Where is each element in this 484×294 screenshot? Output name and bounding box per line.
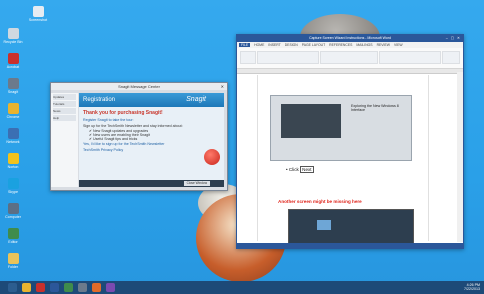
registration-title: Registration [83,97,116,103]
taskbar-app-icon[interactable] [92,283,101,292]
app-icon [7,128,19,139]
registration-panel: Registration Snagit Thank you for purcha… [79,93,224,187]
desktop-icon[interactable]: Computer [3,203,23,219]
registration-footer: Close Window [79,180,224,187]
sidebar-item[interactable]: Help [53,115,76,121]
app-icon [7,28,19,39]
desktop-icon-label: Acrobat [6,65,20,69]
word-window[interactable]: Capture Screen Wizard Instructions - Mic… [236,34,464,249]
desktop-icon[interactable]: Norton [3,153,23,169]
app-icon [32,6,44,17]
registration-header: Registration Snagit [79,93,224,107]
editing-group[interactable] [442,51,460,64]
ribbon-tab[interactable]: HOME [254,43,264,47]
font-group[interactable] [257,51,319,64]
thanks-message: Thank you for purchasing Snagit! [83,110,163,116]
system-tray-clock[interactable]: 4:26 PM 7/22/2013 [464,283,480,291]
ruler [237,69,463,74]
ribbon-tab[interactable]: INSERT [268,43,280,47]
taskbar-app-icon[interactable] [8,283,17,292]
app-icon [7,203,19,214]
sidebar-item[interactable]: News [53,108,76,114]
missing-screen-note: Another screen might be missing here [278,199,362,204]
next-box: Next [300,166,314,173]
screenshot-image [281,104,341,138]
register-button[interactable] [204,149,220,165]
desktop-icon[interactable]: Editor [3,228,23,244]
desktop-icon[interactable]: Acrobat [3,53,23,69]
desktop-icon-label: Norton [7,165,19,169]
ribbon-tab[interactable]: REFERENCES [329,43,352,47]
close-icon[interactable]: ✕ [221,83,224,90]
close-window-button[interactable]: Close Window [183,181,210,186]
taskbar-app-icon[interactable] [106,283,115,292]
bullet-item: • Click Next [286,166,314,173]
privacy-link[interactable]: TechSmith Privacy Policy [79,147,224,153]
sidebar-item[interactable]: Updates [53,94,76,100]
app-icon [7,103,19,114]
embedded-screenshot [288,209,414,245]
styles-group[interactable] [379,51,441,64]
app-icon [7,228,19,239]
app-icon [7,253,19,264]
app-icon [7,178,19,189]
desktop-icon[interactable]: Snagit [3,78,23,94]
app-icon [7,53,19,64]
desktop-icon-label: Network [6,140,20,144]
ribbon-tab[interactable]: REVIEW [377,43,390,47]
word-window-title: Capture Screen Wizard Instructions - Mic… [309,36,391,40]
desktop-icon[interactable]: Chrome [3,103,23,119]
desktop-icon[interactable]: Recycle Bin [3,28,23,44]
ribbon-tab[interactable]: PAGE LAYOUT [302,43,325,47]
ribbon-tab[interactable]: VIEW [394,43,403,47]
ribbon-tab[interactable]: MAILINGS [356,43,372,47]
snagit-window-title: Snagit Message Center [118,84,160,89]
desktop-icon-label: Folder [7,265,19,269]
snagit-sidebar: Updates Tutorials News Help [51,93,78,187]
ribbon-tab[interactable]: DESIGN [285,43,298,47]
desktop-icon[interactable]: Network [3,128,23,144]
embedded-screenshot: Exploring the New Windows 8 Interface [270,95,412,161]
taskbar-app-icon[interactable] [36,283,45,292]
taskbar-app-icon[interactable] [64,283,73,292]
status-bar [237,243,463,248]
desktop-icon-label: Screenshot [28,18,48,22]
desktop-icon-label: Skype [8,190,18,194]
desktop: Recycle Bin Acrobat Snagit Chrome Network Nor… [0,0,484,294]
desktop-icon-label: Chrome [6,115,20,119]
desktop-icon-label: Snagit [7,90,19,94]
taskbar: 4:26 PM 7/22/2013 [0,281,484,294]
ribbon-tab[interactable]: FILE [239,43,251,47]
word-title-bar[interactable]: Capture Screen Wizard Instructions - Mic… [237,35,463,42]
snagit-title-bar[interactable]: Snagit Message Center ✕ [51,83,227,90]
snagit-brand: Snagit [186,96,206,103]
document-page[interactable]: Exploring the New Windows 8 Interface • … [257,75,429,245]
app-icon [7,78,19,89]
desktop-icon-label: Recycle Bin [3,40,23,44]
paragraph-group[interactable] [320,51,378,64]
registration-body: Thank you for purchasing Snagit! Registe… [79,107,224,187]
snagit-window[interactable]: Snagit Message Center ✕ Updates Tutorials… [50,82,228,191]
desktop-icon-label: Computer [5,215,21,219]
app-icon [7,153,19,164]
taskbar-app-icon[interactable] [22,283,31,292]
desktop-icon-label: Editor [8,240,18,244]
desktop-icon[interactable]: Screenshot [28,6,48,22]
sidebar-item[interactable]: Tutorials [53,101,76,107]
clipboard-group[interactable] [240,51,256,64]
taskbar-app-icon[interactable] [50,283,59,292]
desktop-icon[interactable]: Folder [3,253,23,269]
screenshot-text: Exploring the New Windows 8 Interface [351,104,399,112]
vertical-scrollbar[interactable] [457,72,463,242]
window-controls[interactable]: ‒ ▢ ✕ [446,35,461,42]
ribbon [237,48,463,69]
desktop-icon[interactable]: Skype [3,178,23,194]
taskbar-app-icon[interactable] [78,283,87,292]
